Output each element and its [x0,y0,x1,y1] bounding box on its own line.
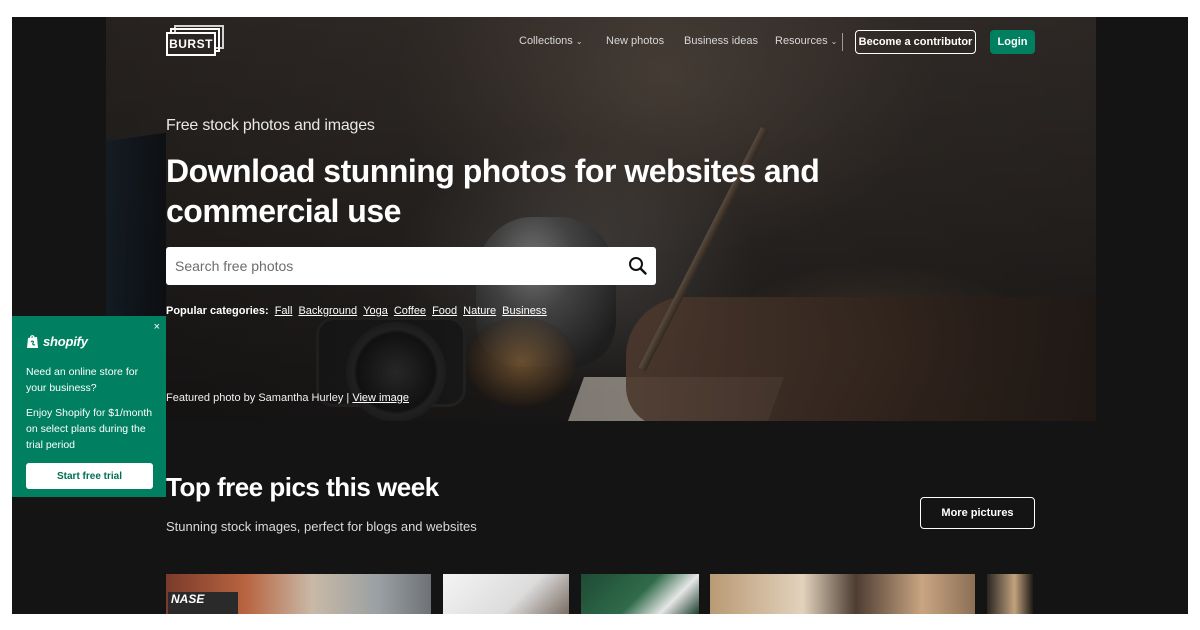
category-link-coffee[interactable]: Coffee [394,305,426,317]
chevron-down-icon: ⌄ [575,36,583,46]
close-icon[interactable]: × [154,322,160,333]
nav-business-ideas-label: Business ideas [684,35,758,47]
section-subtitle: Stunning stock images, perfect for blogs… [166,519,477,534]
shopify-bag-icon [27,335,38,348]
shopify-logo: shopify [26,334,88,349]
category-link-business[interactable]: Business [502,305,547,317]
start-free-trial-button[interactable]: Start free trial [26,463,153,489]
nav-collections-label: Collections [519,35,573,47]
thumbnail-sign: NASE [168,592,238,614]
photo-thumbnail[interactable] [987,574,1033,614]
more-pictures-button[interactable]: More pictures [920,497,1035,529]
login-button[interactable]: Login [990,30,1035,54]
hero-eyebrow: Free stock photos and images [166,117,375,134]
nav-collections[interactable]: Collections ⌄ [519,35,583,47]
search-icon[interactable] [628,256,648,276]
popular-categories: Popular categories: Fall Background Yoga… [166,305,547,317]
nav-business-ideas[interactable]: Business ideas [684,35,758,47]
featured-photo-text: Featured photo by Samantha Hurley | [166,392,350,404]
page-frame: BURST Collections ⌄ New photos Business … [12,17,1188,614]
nav-resources-label: Resources [775,35,828,47]
become-contributor-button[interactable]: Become a contributor [855,30,976,54]
photo-thumbnail[interactable] [710,574,975,614]
shopify-wordmark: shopify [43,334,88,349]
nav-new-photos-label: New photos [606,35,665,47]
category-link-background[interactable]: Background [298,305,357,317]
nav-divider [842,33,843,51]
nav-new-photos[interactable]: New photos [606,35,664,47]
view-image-link[interactable]: View image [352,392,409,404]
category-link-nature[interactable]: Nature [463,305,496,317]
nav-resources[interactable]: Resources ⌄ [775,35,837,47]
category-link-fall[interactable]: Fall [275,305,293,317]
hero-headline: Download stunning photos for websites an… [166,153,820,229]
logo-text: BURST [166,32,216,56]
promo-question: Need an online store for your business? [26,366,139,394]
popular-categories-label: Popular categories: [166,305,269,317]
promo-offer: Enjoy Shopify for $1/month on select pla… [26,407,153,451]
category-link-yoga[interactable]: Yoga [363,305,388,317]
section-title: Top free pics this week [166,472,439,502]
featured-photo-credit: Featured photo by Samantha Hurley | View… [166,392,409,404]
shopify-promo-panel: × shopify Need an online store for your … [12,316,166,497]
photo-thumbnail[interactable]: NASE [166,574,431,614]
burst-logo[interactable]: BURST [166,25,224,56]
search-bar [166,247,656,285]
search-input[interactable] [175,258,605,274]
category-link-food[interactable]: Food [432,305,457,317]
chevron-down-icon: ⌄ [830,36,838,46]
photo-thumbnail[interactable] [581,574,699,614]
photo-thumbnail[interactable] [443,574,569,614]
